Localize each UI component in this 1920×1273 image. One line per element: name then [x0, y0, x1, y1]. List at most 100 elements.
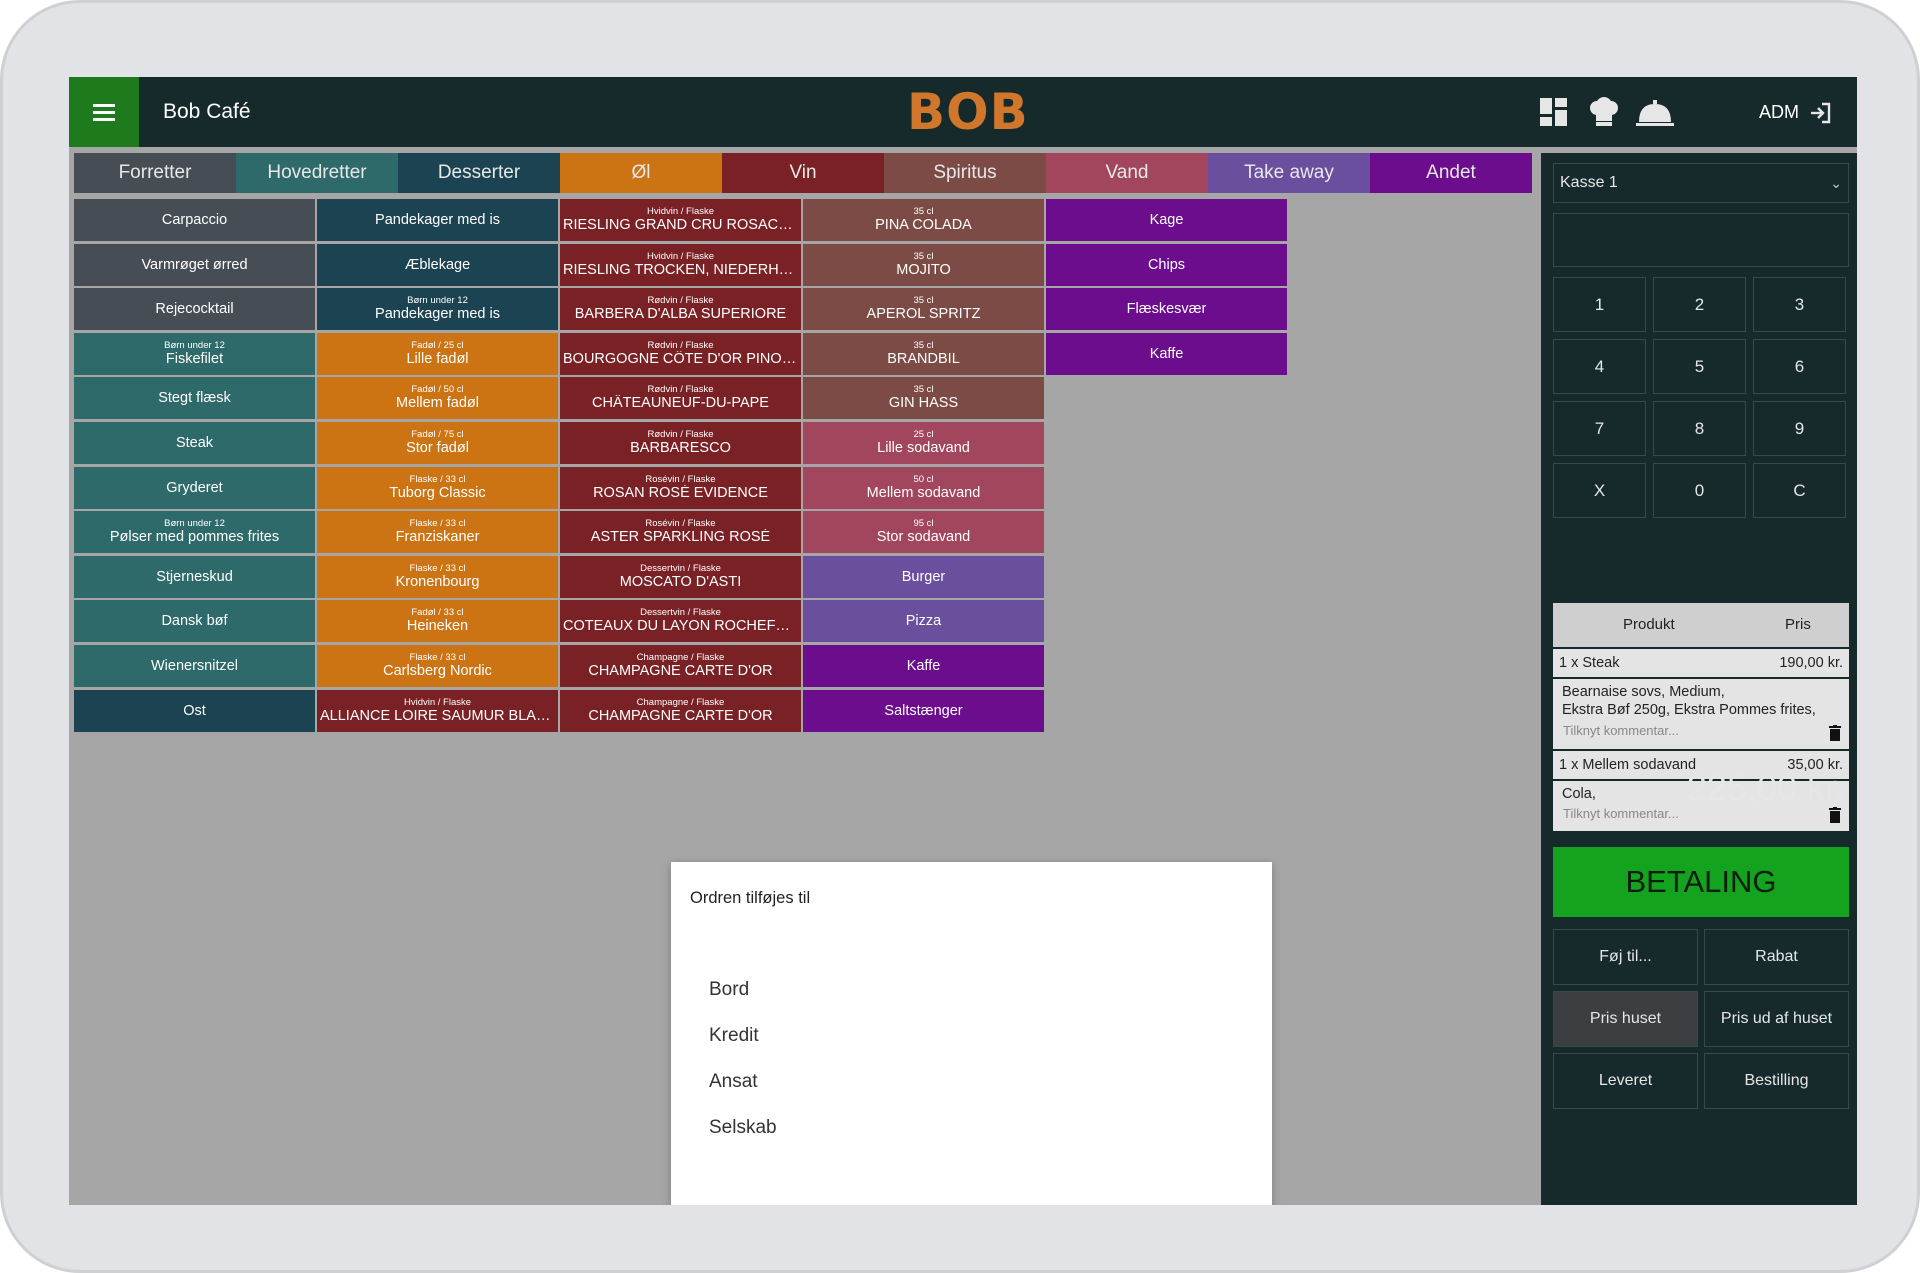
amount-display[interactable] — [1553, 213, 1849, 267]
dialog-option-ansat[interactable]: Ansat — [709, 1071, 758, 1093]
product-label: RIESLING GRAND CRU ROSACKER — [563, 217, 801, 233]
product-button[interactable]: 95 cl Stor sodavand — [803, 511, 1044, 554]
product-button[interactable]: Champagne / Flaske CHAMPAGNE CARTE D'OR — [560, 645, 801, 687]
product-button[interactable]: 50 cl Mellem sodavand — [803, 466, 1044, 509]
product-button[interactable]: 35 cl GIN HASS — [803, 377, 1044, 420]
product-button[interactable]: Pizza — [803, 600, 1044, 643]
product-button[interactable]: Kaffe — [803, 645, 1044, 687]
payment-button[interactable]: BETALING — [1553, 847, 1849, 917]
dialog-option-kredit[interactable]: Kredit — [709, 1025, 759, 1047]
product-button[interactable]: Rødvin / Flaske BOURGOGNE CÔTE D'OR PINOT… — [560, 332, 801, 375]
keypad-key-3[interactable]: 3 — [1753, 277, 1846, 332]
menu-button[interactable] — [69, 77, 139, 147]
product-button[interactable]: Flaske / 33 cl Franziskaner — [317, 511, 558, 554]
product-button[interactable]: Dansk bøf — [74, 600, 315, 643]
tab-8[interactable]: Andet — [1370, 153, 1532, 193]
keypad-key-9[interactable]: 9 — [1753, 401, 1846, 456]
tables-layout-icon[interactable] — [1537, 95, 1571, 129]
keypad-key-2[interactable]: 2 — [1653, 277, 1746, 332]
product-button[interactable]: Kaffe — [1046, 332, 1287, 375]
product-button[interactable]: Børn under 12 Pølser med pommes frites — [74, 511, 315, 554]
keypad-key-0[interactable]: 0 — [1653, 463, 1746, 518]
keypad-key-7[interactable]: 7 — [1553, 401, 1646, 456]
order-button[interactable]: Bestilling — [1704, 1053, 1849, 1109]
product-button[interactable]: Hvidvin / Flaske RIESLING GRAND CRU ROSAC… — [560, 199, 801, 241]
product-button[interactable]: 35 cl BRANDBIL — [803, 332, 1044, 375]
trash-icon[interactable] — [1829, 725, 1841, 741]
product-button[interactable]: Rødvin / Flaske BARBERA D'ALBA SUPERIORE — [560, 288, 801, 331]
product-button[interactable]: Dessertvin / Flaske COTEAUX DU LAYON ROCH… — [560, 600, 801, 643]
logout-icon — [1811, 103, 1831, 124]
product-button[interactable]: Chips — [1046, 243, 1287, 286]
product-button[interactable]: Børn under 12 Pandekager med is — [317, 288, 558, 331]
order-line[interactable]: 1 x Steak 190,00 kr. — [1553, 649, 1849, 677]
tab-6[interactable]: Vand — [1046, 153, 1208, 193]
product-button[interactable]: Rosévin / Flaske ASTER SPARKLING ROSÉ — [560, 511, 801, 554]
product-button[interactable]: Stjerneskud — [74, 555, 315, 598]
product-button[interactable]: Hvidvin / Flaske RIESLING TROCKEN, NIEDER… — [560, 243, 801, 286]
tab-1[interactable]: Hovedretter — [236, 153, 398, 193]
product-button[interactable]: Wienersnitzel — [74, 645, 315, 687]
product-button[interactable]: Varmrøget ørred — [74, 243, 315, 286]
product-button[interactable]: Æblekage — [317, 243, 558, 286]
product-button[interactable]: Stegt flæsk — [74, 377, 315, 420]
comment-field[interactable]: Tilknyt kommentar... — [1563, 723, 1679, 738]
keypad-key-5[interactable]: 5 — [1653, 339, 1746, 394]
tab-0[interactable]: Forretter — [74, 153, 236, 193]
product-button[interactable]: Rødvin / Flaske BARBARESCO — [560, 422, 801, 464]
product-button[interactable]: Champagne / Flaske CHAMPAGNE CARTE D'OR — [560, 689, 801, 732]
product-button[interactable]: Rosévin / Flaske ROSAN ROSÉ EVIDENCE — [560, 466, 801, 509]
product-button[interactable]: Fadøl / 25 cl Lille fadøl — [317, 332, 558, 375]
product-button[interactable]: Gryderet — [74, 466, 315, 509]
product-button[interactable]: Fadøl / 75 cl Stor fadøl — [317, 422, 558, 464]
product-button[interactable]: Flæskesvær — [1046, 288, 1287, 331]
product-button[interactable]: Kage — [1046, 199, 1287, 241]
tab-7[interactable]: Take away — [1208, 153, 1370, 193]
keypad-key-8[interactable]: 8 — [1653, 401, 1746, 456]
add-to-button[interactable]: Føj til... — [1553, 929, 1698, 985]
product-subtitle: Fadøl / 50 cl — [411, 384, 464, 396]
discount-button[interactable]: Rabat — [1704, 929, 1849, 985]
product-button[interactable]: Flaske / 33 cl Carlsberg Nordic — [317, 645, 558, 687]
product-button[interactable]: Steak — [74, 422, 315, 464]
keypad-key-1[interactable]: 1 — [1553, 277, 1646, 332]
keypad-key-x[interactable]: X — [1553, 463, 1646, 518]
tab-4[interactable]: Vin — [722, 153, 884, 193]
dialog-option-selskab[interactable]: Selskab — [709, 1117, 777, 1139]
price-in-house-button[interactable]: Pris huset — [1553, 991, 1698, 1047]
comment-field[interactable]: Tilknyt kommentar... — [1563, 806, 1679, 821]
product-button[interactable]: 35 cl PINA COLADA — [803, 199, 1044, 241]
tab-5[interactable]: Spiritus — [884, 153, 1046, 193]
product-button[interactable]: Rødvin / Flaske CHÂTEAUNEUF-DU-PAPE — [560, 377, 801, 420]
product-button[interactable]: Fadøl / 33 cl Heineken — [317, 600, 558, 643]
product-button[interactable]: 35 cl APEROL SPRITZ — [803, 288, 1044, 331]
dialog-option-bord[interactable]: Bord — [709, 979, 749, 1001]
product-button[interactable]: Carpaccio — [74, 199, 315, 241]
keypad-key-c[interactable]: C — [1753, 463, 1846, 518]
serving-bell-icon[interactable] — [1635, 95, 1675, 129]
product-button[interactable]: Ost — [74, 689, 315, 732]
product-button[interactable]: Flaske / 33 cl Kronenbourg — [317, 555, 558, 598]
product-button[interactable]: Hvidvin / Flaske ALLIANCE LOIRE SAUMUR BL… — [317, 689, 558, 732]
product-button[interactable]: Fadøl / 50 cl Mellem fadøl — [317, 377, 558, 420]
keypad-key-6[interactable]: 6 — [1753, 339, 1846, 394]
product-button[interactable]: Dessertvin / Flaske MOSCATO D'ASTI — [560, 555, 801, 598]
product-button[interactable]: Saltstænger — [803, 689, 1044, 732]
product-button[interactable]: Flaske / 33 cl Tuborg Classic — [317, 466, 558, 509]
device-frame: Bob Café BOB ADM Forretter Hovedretter D… — [0, 0, 1920, 1273]
product-button[interactable]: Pandekager med is — [317, 199, 558, 241]
register-select[interactable]: Kasse 1 ⌄ — [1553, 163, 1849, 203]
chef-hat-icon[interactable] — [1587, 95, 1621, 129]
delivered-button[interactable]: Leveret — [1553, 1053, 1698, 1109]
admin-logout-button[interactable]: ADM — [1759, 77, 1832, 147]
trash-icon[interactable] — [1829, 807, 1841, 823]
product-button[interactable]: 35 cl MOJITO — [803, 243, 1044, 286]
tab-2[interactable]: Desserter — [398, 153, 560, 193]
product-button[interactable]: Burger — [803, 555, 1044, 598]
product-button[interactable]: 25 cl Lille sodavand — [803, 422, 1044, 464]
product-button[interactable]: Rejecocktail — [74, 288, 315, 331]
product-button[interactable]: Børn under 12 Fiskefilet — [74, 332, 315, 375]
tab-3[interactable]: Øl — [560, 153, 722, 193]
keypad-key-4[interactable]: 4 — [1553, 339, 1646, 394]
price-takeaway-button[interactable]: Pris ud af huset — [1704, 991, 1849, 1047]
